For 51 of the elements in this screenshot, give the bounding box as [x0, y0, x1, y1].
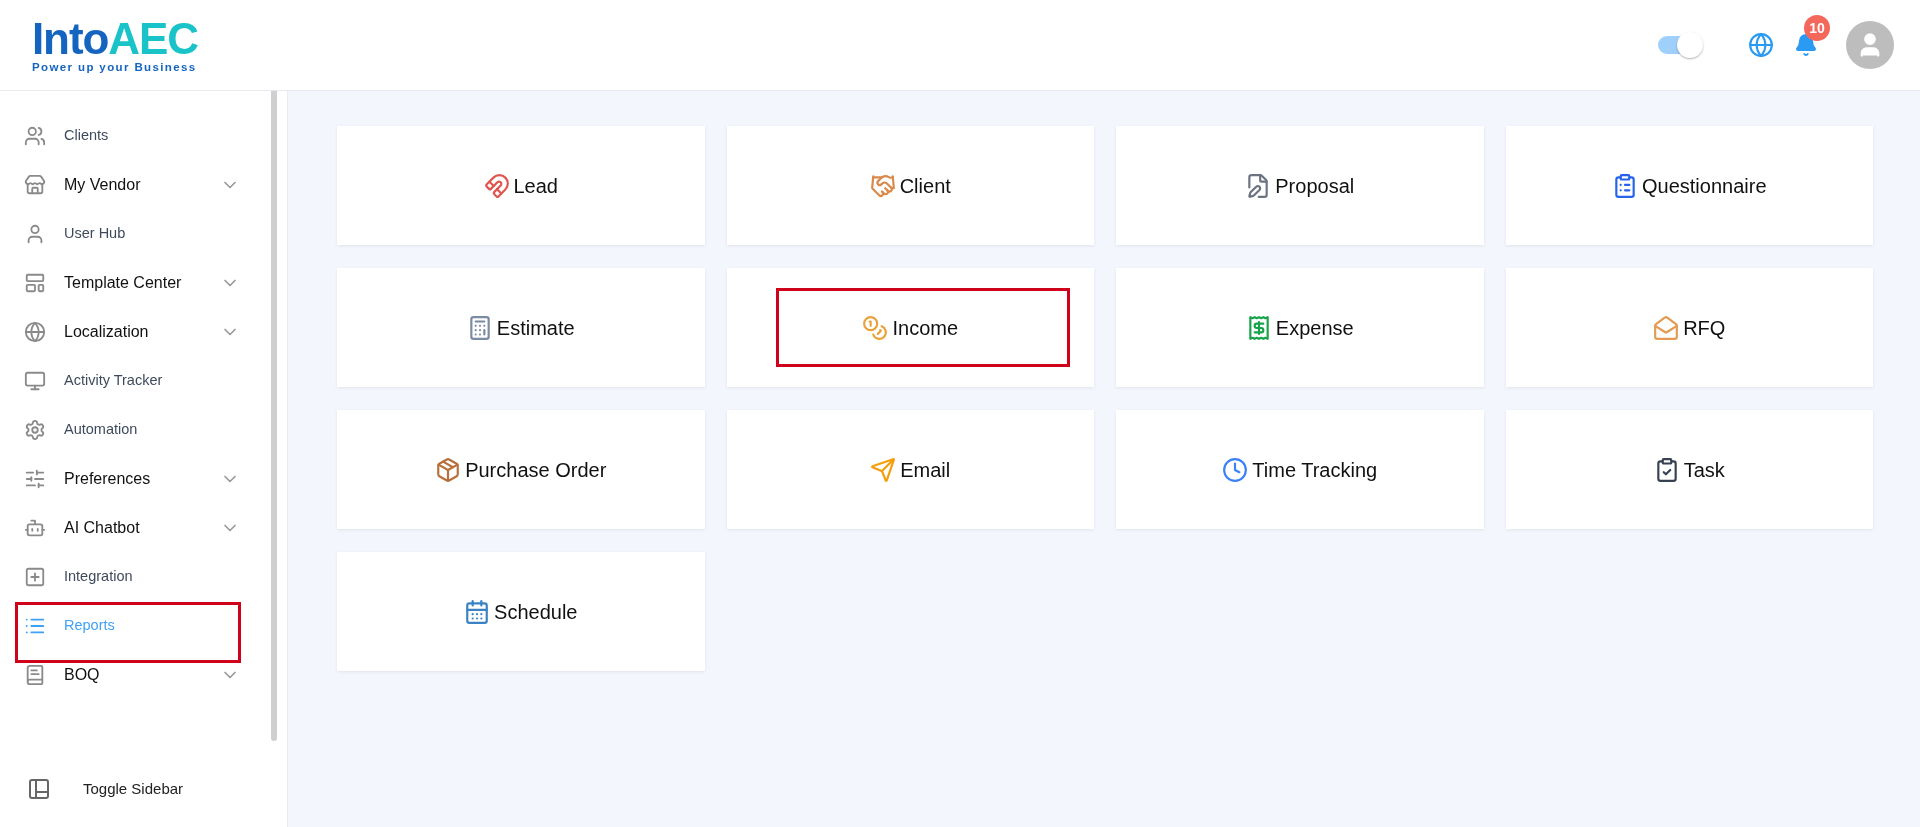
- globe-icon[interactable]: [1748, 32, 1774, 58]
- plus-icon: [24, 565, 46, 588]
- envelope-icon: [1653, 314, 1680, 341]
- coins-icon: [862, 314, 889, 341]
- people-icon: [24, 124, 46, 147]
- layout-icon: [24, 271, 46, 294]
- report-card[interactable]: Email: [726, 410, 1094, 529]
- notification-badge: 10: [1804, 15, 1830, 41]
- report-card[interactable]: Client: [726, 126, 1094, 245]
- sidebar-item[interactable]: Template Center: [0, 270, 250, 295]
- report-card[interactable]: Time Tracking: [1116, 410, 1484, 529]
- package-icon: [435, 456, 462, 483]
- toggle-sidebar-button[interactable]: Toggle Sidebar: [27, 777, 287, 801]
- sliders-icon: [24, 467, 46, 490]
- report-card[interactable]: Task: [1505, 410, 1873, 529]
- theme-toggle[interactable]: [1658, 31, 1704, 59]
- avatar[interactable]: [1846, 21, 1894, 69]
- report-card[interactable]: Schedule: [337, 552, 705, 671]
- logo[interactable]: IntoAEC Power up your Business: [32, 16, 198, 74]
- scrollbar[interactable]: [271, 91, 277, 741]
- gear-icon: [24, 418, 46, 441]
- handshake-icon: [869, 172, 896, 199]
- sidebar-item[interactable]: Preferences: [0, 466, 250, 491]
- sidebar-item[interactable]: Clients: [0, 124, 250, 147]
- report-card[interactable]: Expense: [1116, 268, 1484, 387]
- report-card[interactable]: Estimate: [337, 268, 705, 387]
- calendar-icon: [464, 598, 491, 625]
- paper-plane-icon: [870, 456, 897, 483]
- sidebar-item[interactable]: My Vendor: [0, 172, 250, 197]
- clock-icon: [1222, 456, 1249, 483]
- report-card[interactable]: Questionnaire: [1505, 126, 1873, 245]
- sidebar-item[interactable]: Activity Tracker: [0, 369, 250, 392]
- bell-icon[interactable]: [1794, 33, 1818, 57]
- sidebar-item[interactable]: AI Chatbot: [0, 515, 250, 540]
- sidebar-item[interactable]: Localization: [0, 319, 250, 344]
- sidebar-item[interactable]: Integration: [0, 565, 250, 588]
- globe-icon: [24, 320, 46, 343]
- book-icon: [24, 663, 46, 686]
- magnet-icon: [483, 172, 510, 199]
- clipboard-icon: [1612, 172, 1638, 199]
- store-icon: [24, 173, 46, 196]
- report-card[interactable]: RFQ: [1505, 268, 1873, 387]
- report-card[interactable]: Proposal: [1116, 126, 1484, 245]
- report-card[interactable]: Income: [726, 268, 1094, 387]
- sidebar-item[interactable]: BOQ: [0, 662, 250, 687]
- report-card[interactable]: Purchase Order: [337, 410, 705, 529]
- report-card[interactable]: Lead: [337, 126, 705, 245]
- monitor-icon: [24, 369, 46, 392]
- panel-layout-icon: [27, 777, 51, 801]
- sidebar-item[interactable]: User Hub: [0, 222, 250, 245]
- sidebar-item[interactable]: Automation: [0, 418, 250, 441]
